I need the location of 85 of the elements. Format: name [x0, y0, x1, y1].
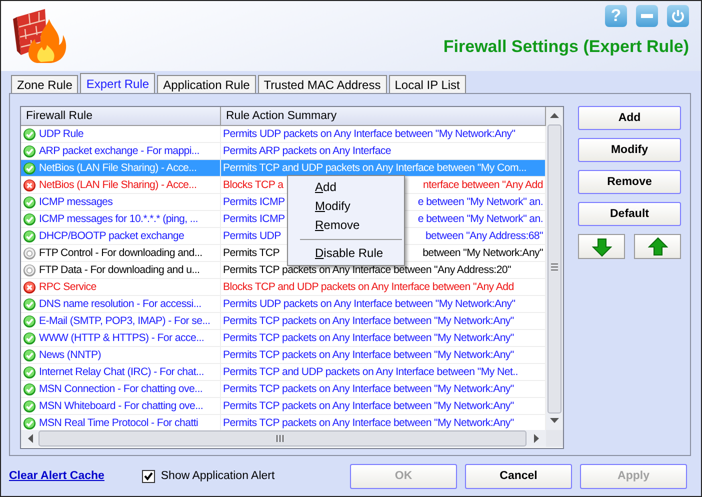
rule-summary: Permits ARP packets on Any Interface: [223, 145, 392, 157]
rule-summary: Permits TCP packets on Any Interface between "My Network:Any": [223, 349, 514, 361]
horizontal-scrollbar[interactable]: [21, 430, 546, 447]
rule-name: MSN Real Time Protocol - For chatti: [39, 417, 198, 429]
rule-summary: Permits ICMP: [223, 213, 285, 225]
rule-summary: Blocks TCP and UDP packets on Any Interface between "Any Add: [223, 281, 514, 293]
rule-summary: Permits TCP packets on Any Interface between "My Network:Any": [223, 400, 514, 412]
scrollbar-corner: [546, 430, 563, 447]
rule-summary: nterface between "Any Add: [423, 179, 543, 191]
scroll-thumb[interactable]: [547, 124, 562, 414]
minimize-button[interactable]: [636, 5, 658, 27]
rule-summary: between "Any Address:68": [425, 230, 543, 242]
rule-summary: Blocks TCP a: [223, 179, 284, 191]
rule-summary: Permits ICMP: [223, 196, 285, 208]
rule-row[interactable]: DNS name resolution - For accessi... Permits UDP packets on Any Interface between "My Network:Any": [21, 296, 546, 313]
column-header[interactable]: Rule Action Summary: [221, 107, 546, 126]
minus-icon: [641, 14, 653, 18]
action-button[interactable]: Modify: [578, 138, 681, 162]
rule-summary: Permits TCP packets on Any Interface between "My Network:Any": [223, 417, 514, 429]
rule-name: UDP Rule: [39, 128, 84, 140]
rule-name: NetBios (LAN File Sharing) - Acce...: [39, 179, 197, 191]
rule-name: News (NNTP): [39, 349, 102, 361]
rule-row[interactable]: E-Mail (SMTP, POP3, IMAP) - For se... Permits TCP packets on Any Interface between "My Network:Any": [21, 313, 546, 330]
tab[interactable]: Trusted MAC Address: [258, 75, 387, 93]
action-button[interactable]: Default: [578, 202, 681, 226]
rule-row[interactable]: FTP Data - For downloading and u... Permits TCP packets on Any Interface between "Any Address:20": [21, 262, 546, 279]
rule-name: DHCP/BOOTP packet exchange: [39, 230, 184, 242]
rule-name: ICMP messages: [39, 196, 113, 208]
rule-summary: e between "My Network" an.: [418, 213, 543, 225]
column-header[interactable]: Firewall Rule: [21, 107, 221, 126]
rule-summary: Permits UDP packets on Any Interface between "My Network:Any": [223, 128, 516, 140]
scroll-up-icon: [550, 113, 559, 119]
rule-summary: between "My Network:Any": [422, 247, 543, 259]
rule-name: DNS name resolution - For accessi...: [39, 298, 202, 310]
action-button[interactable]: Add: [578, 106, 681, 130]
tab[interactable]: Application Rule: [157, 75, 256, 93]
window-title: Firewall Settings (Expert Rule): [443, 37, 689, 57]
rule-name: E-Mail (SMTP, POP3, IMAP) - For se...: [39, 315, 210, 327]
rule-row[interactable]: ARP packet exchange - For mappi... Permits ARP packets on Any Interface: [21, 143, 546, 160]
rule-summary: Permits TCP packets on Any Interface between "My Network:Any": [223, 383, 514, 395]
power-button[interactable]: [667, 5, 689, 27]
rule-row[interactable]: MSN Real Time Protocol - For chatti Permits TCP packets on Any Interface between "My Network:Any": [21, 415, 546, 430]
rule-row[interactable]: WWW (HTTP & HTTPS) - For acce... Permits TCP packets on Any Interface between "My Network:Any": [21, 330, 546, 347]
rule-name: NetBios (LAN File Sharing) - Acce...: [39, 162, 197, 174]
rule-name: WWW (HTTP & HTTPS) - For acce...: [39, 332, 204, 344]
rule-name: RPC Service: [39, 281, 96, 293]
tab[interactable]: Expert Rule: [80, 73, 156, 93]
move-up-button[interactable]: [634, 234, 681, 259]
tab[interactable]: Zone Rule: [11, 75, 78, 93]
rule-summary: Permits TCP packets on Any Interface between "My Network:Any": [223, 332, 514, 344]
action-button[interactable]: Remove: [578, 170, 681, 194]
dialog-button[interactable]: Cancel: [465, 464, 572, 488]
rule-name: FTP Control - For downloading and...: [39, 247, 202, 259]
rule-row[interactable]: UDP Rule Permits UDP packets on Any Interface between "My Network:Any": [21, 126, 546, 143]
checkbox[interactable]: [142, 470, 155, 482]
rule-name: ARP packet exchange - For mappi...: [39, 145, 200, 157]
rule-row[interactable]: MSN Whiteboard - For chatting ove... Permits TCP packets on Any Interface between "My Network:Any": [21, 398, 546, 415]
rule-row[interactable]: MSN Connection - For chatting ove... Permits TCP packets on Any Interface between "My Network:Any": [21, 381, 546, 398]
tab[interactable]: Local IP List: [388, 75, 466, 93]
rule-name: MSN Whiteboard - For chatting ove...: [39, 400, 204, 412]
up-arrow-icon: [648, 236, 668, 256]
menu-item[interactable]: Disable Rule: [288, 244, 404, 263]
power-icon: [671, 9, 685, 23]
rule-summary: e between "My Network" an.: [418, 196, 543, 208]
rule-name: FTP Data - For downloading and u...: [39, 264, 200, 276]
down-arrow-icon: [592, 236, 612, 256]
rule-summary: Permits UDP: [223, 230, 281, 242]
rule-summary: Permits TCP and UDP packets on Any Interface between "My Com...: [223, 162, 526, 174]
vertical-scrollbar[interactable]: [546, 107, 563, 430]
rule-summary: Permits UDP packets on Any Interface between "My Network:Any": [223, 298, 516, 310]
rule-name: ICMP messages for 10.*.*.* (ping, ...: [39, 213, 198, 225]
rule-summary: Permits TCP packets on Any Interface between "Any Address:20": [223, 264, 511, 276]
rule-row[interactable]: RPC Service Blocks TCP and UDP packets on Any Interface between "Any Add: [21, 279, 546, 296]
move-down-button[interactable]: [578, 234, 625, 259]
rule-summary: Permits TCP packets on Any Interface between "My Network:Any": [223, 315, 514, 327]
rule-summary: Permits TCP and UDP packets on Any Interface between "My Net..: [223, 366, 518, 378]
rule-summary: Permits TCP: [223, 247, 280, 259]
checkbox-label: Show Application Alert: [160, 470, 275, 482]
menu-item[interactable]: Add: [288, 178, 404, 197]
rule-name: Internet Relay Chat (IRC) - For chat...: [39, 366, 204, 378]
rule-row[interactable]: Internet Relay Chat (IRC) - For chat... Permits TCP and UDP packets on Any Interface between "My Net..: [21, 364, 546, 381]
rule-name: MSN Connection - For chatting ove...: [39, 383, 202, 395]
clear-cache-link[interactable]: Clear Alert Cache: [9, 470, 142, 482]
rule-row[interactable]: News (NNTP) Permits TCP packets on Any Interface between "My Network:Any": [21, 347, 546, 364]
scroll-down-icon: [550, 418, 559, 424]
